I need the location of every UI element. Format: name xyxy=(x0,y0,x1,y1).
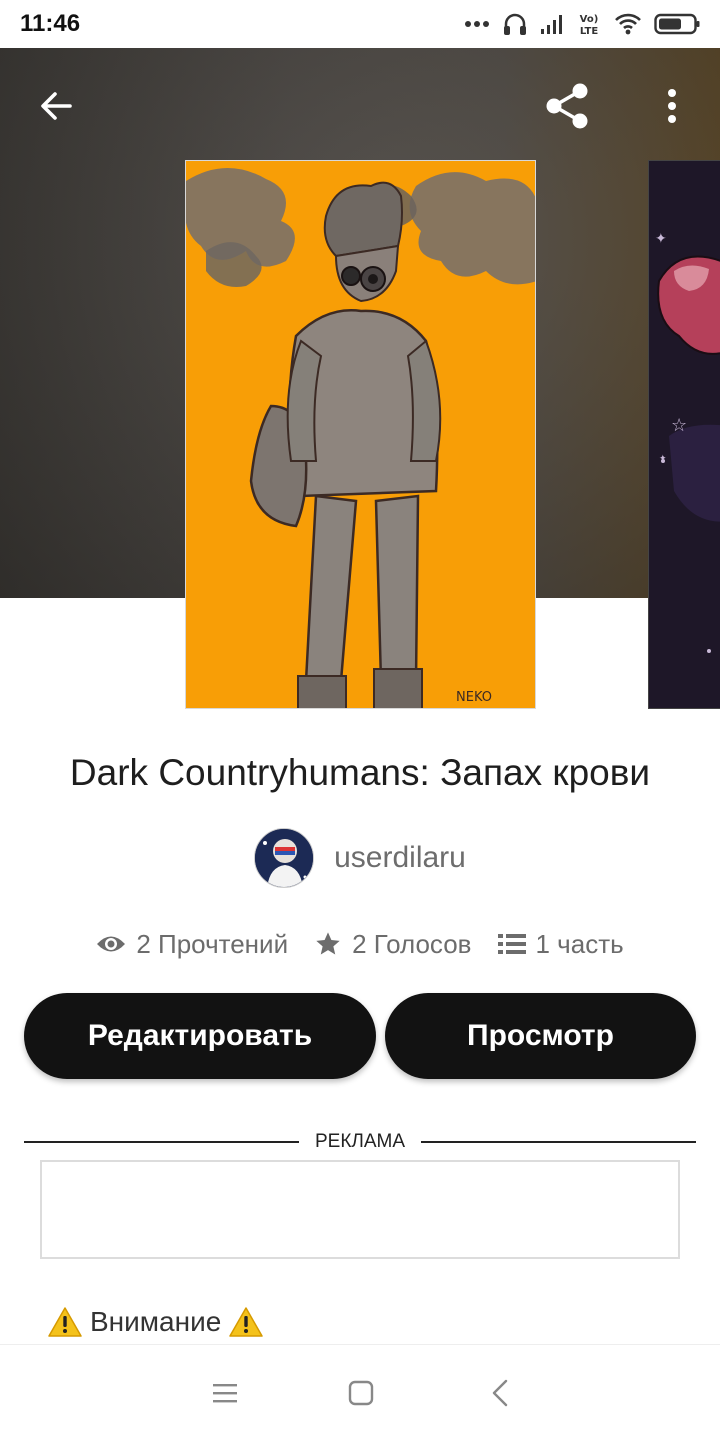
parts-stat: 1 часть xyxy=(497,928,624,960)
reads-count: 2 Прочтений xyxy=(136,928,289,959)
author-row[interactable]: userdilaru xyxy=(0,826,720,890)
edit-button[interactable]: Редактировать xyxy=(24,993,376,1079)
votes-count: 2 Голосов xyxy=(352,928,472,959)
next-story-cover[interactable]: ✦ ☆ ✦ xyxy=(648,160,720,709)
parts-count: 1 часть xyxy=(535,928,624,959)
preview-button[interactable]: Просмотр xyxy=(385,993,696,1079)
svg-text:☆: ☆ xyxy=(671,415,687,435)
wifi-icon xyxy=(614,13,642,35)
cover-signature: NEKO xyxy=(456,690,492,705)
battery-icon xyxy=(654,13,700,35)
divider-line xyxy=(421,1141,696,1143)
nav-back-button[interactable] xyxy=(476,1369,524,1417)
story-title: Dark Countryhumans: Запах крови xyxy=(69,752,651,793)
svg-text:✦: ✦ xyxy=(655,230,667,246)
ad-container[interactable] xyxy=(40,1160,680,1259)
more-vertical-icon xyxy=(668,89,676,123)
screen: 11:46 Vo) LTE NEKO ✦ ☆ ✦ Dark Countryhum… xyxy=(0,0,720,1440)
ad-divider: РЕКЛАМА xyxy=(24,1128,696,1156)
volte-text: Vo) xyxy=(580,14,599,25)
share-button[interactable] xyxy=(540,78,596,134)
avatar-image xyxy=(255,829,314,887)
warning-icon xyxy=(48,1307,82,1337)
status-icons: Vo) LTE xyxy=(464,11,700,37)
share-icon xyxy=(546,83,588,129)
status-bar: 11:46 Vo) LTE xyxy=(0,0,720,48)
story-cover-image[interactable]: NEKO xyxy=(185,160,536,709)
more-options-button[interactable] xyxy=(644,78,700,134)
warning-icon xyxy=(229,1307,264,1337)
cover-illustration: NEKO xyxy=(186,161,535,708)
author-name[interactable]: userdilaru xyxy=(334,841,466,875)
nav-home-button[interactable] xyxy=(337,1369,385,1417)
back-button[interactable] xyxy=(28,78,84,134)
warning-heading: Внимание xyxy=(48,1300,264,1344)
votes-stat: 2 Голосов xyxy=(314,928,472,960)
system-navigation-bar xyxy=(0,1344,720,1440)
author-avatar[interactable] xyxy=(254,828,315,888)
home-square-icon xyxy=(348,1380,374,1406)
star-icon xyxy=(316,932,340,955)
headphones-icon xyxy=(502,11,528,37)
story-stats: 2 Прочтений 2 Голосов 1 часть xyxy=(0,920,720,968)
lte-text: LTE xyxy=(580,26,599,37)
signal-icon xyxy=(540,13,564,35)
divider-line xyxy=(24,1141,299,1143)
next-cover-illustration: ✦ ☆ ✦ xyxy=(649,161,720,708)
nav-menu-button[interactable] xyxy=(201,1369,249,1417)
back-chevron-icon xyxy=(492,1379,508,1407)
reads-stat: 2 Прочтений xyxy=(96,929,288,960)
status-time: 11:46 xyxy=(20,10,81,37)
list-icon xyxy=(497,934,526,954)
warning-text: Внимание xyxy=(90,1306,222,1337)
ad-label: РЕКЛАМА xyxy=(314,1131,406,1152)
menu-icon xyxy=(213,1384,237,1403)
eye-icon xyxy=(97,936,126,952)
volte-lte-icon: Vo) LTE xyxy=(576,11,602,37)
more-dots-icon xyxy=(464,20,490,28)
back-arrow-icon xyxy=(41,92,72,120)
